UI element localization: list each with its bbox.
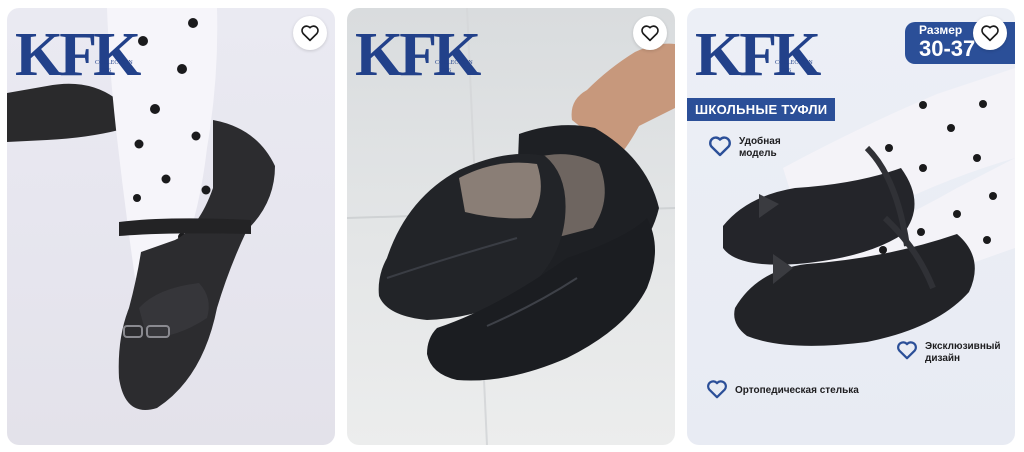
brand-logo: KFK COLLECTION 1996 <box>355 20 481 91</box>
brand-mark: KFK <box>355 21 481 89</box>
feature-text: Удобная модель <box>739 136 781 159</box>
feature-text: Эксклюзивный дизайн <box>925 341 1001 364</box>
brand-mark: KFK <box>15 21 141 89</box>
product-title-banner: ШКОЛЬНЫЕ ТУФЛИ <box>687 98 836 121</box>
feature-exclusive: Эксклюзивный дизайн <box>895 341 1005 365</box>
brand-sub-1: COLLECTION <box>435 60 473 66</box>
feature-text: Ортопедическая стелька <box>735 385 859 396</box>
brand-sub-1: COLLECTION <box>95 60 133 66</box>
heart-icon <box>897 341 917 360</box>
product-card-1[interactable]: KFK COLLECTION 1996 <box>7 8 335 445</box>
brand-sub-2: 1996 <box>99 68 111 74</box>
favorite-button[interactable] <box>973 16 1007 50</box>
heart-outline-icon <box>641 25 659 42</box>
favorite-button[interactable] <box>633 16 667 50</box>
heart-icon <box>707 380 727 399</box>
product-card-3[interactable]: KFK COLLECTION 1996 ШКОЛЬНЫЕ ТУФЛИ Разме… <box>687 8 1015 445</box>
heart-outline-icon <box>981 25 999 42</box>
heart-icon <box>709 136 731 157</box>
brand-sub-1: COLLECTION <box>775 60 813 66</box>
brand-sub-2: 1996 <box>779 68 791 74</box>
product-card-2[interactable]: KFK COLLECTION 1996 <box>347 8 675 445</box>
brand-mark: KFK <box>695 21 821 89</box>
feature-orthopedic: Ортопедическая стелька <box>705 380 875 399</box>
brand-logo: KFK COLLECTION 1996 <box>15 20 141 91</box>
brand-logo: KFK COLLECTION 1996 <box>695 20 821 91</box>
feature-comfortable: Удобная модель <box>707 136 797 160</box>
favorite-button[interactable] <box>293 16 327 50</box>
brand-sub-2: 1996 <box>439 68 451 74</box>
heart-outline-icon <box>301 25 319 42</box>
